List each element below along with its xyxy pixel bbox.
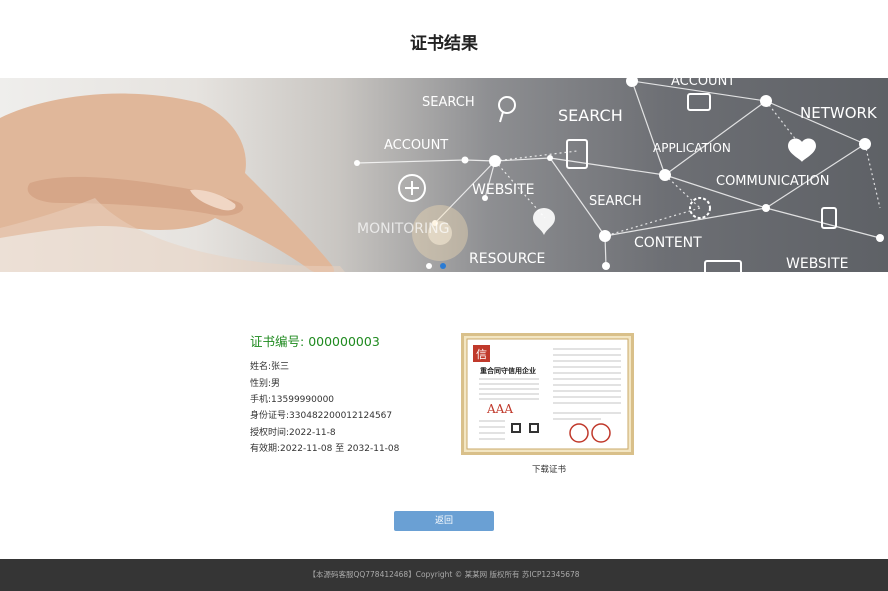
carousel-dot-2[interactable] [440, 263, 446, 269]
banner-label: SEARCH [558, 106, 623, 125]
banner-label: NETWORK [800, 104, 878, 122]
info-value: 2022-11-08 至 2032-11-08 [280, 444, 400, 454]
banner-label: ACCOUNT [384, 138, 448, 153]
certificate-number: 证书编号: 000000003 [250, 331, 380, 350]
info-value: 张三 [271, 362, 290, 372]
banner-label: CONTENT [634, 235, 702, 251]
info-label: 姓名: [250, 362, 272, 372]
info-value: 男 [271, 379, 281, 389]
info-row-validity: 有效期:2022-11-08 至 2032-11-08 [250, 441, 399, 454]
info-row-authorized-date: 授权时间:2022-11-8 [250, 425, 336, 438]
back-button[interactable]: 返回 [394, 511, 494, 531]
banner-label: COMMUNICATION [716, 174, 830, 189]
info-label: 身份证号: [250, 411, 290, 421]
seal-char: 信 [476, 348, 487, 361]
info-value: 13599990000 [271, 395, 335, 405]
info-value: 330482200012124567 [289, 411, 393, 421]
certificate-number-label: 证书编号: [250, 334, 305, 349]
banner-label: MONITORING [357, 221, 449, 237]
info-row-id-number: 身份证号:330482200012124567 [250, 408, 392, 421]
banner-carousel[interactable]: SEARCH ACCOUNT SEARCH APPLICATION NETWOR… [0, 78, 888, 272]
banner-label: ACCOUNT [671, 78, 735, 89]
banner-label: APPLICATION [653, 141, 731, 155]
download-certificate-link[interactable]: 下载证书 [527, 463, 571, 475]
hand-illustration [0, 93, 345, 272]
info-label: 性别: [250, 379, 272, 389]
cert-heading: 重合同守信用企业 [480, 366, 536, 375]
info-label: 授权时间: [250, 428, 290, 438]
footer: 【本源码客服QQ778412468】Copyright © 某某网 版权所有 苏… [0, 559, 888, 591]
info-value: 2022-11-8 [289, 428, 336, 438]
footer-copyright: 【本源码客服QQ778412468】Copyright © 某某网 版权所有 苏… [308, 570, 580, 579]
certificate-image[interactable]: 信 重合同守信用企业 AAA [461, 333, 634, 455]
page-title: 证书结果 [410, 34, 478, 54]
certificate-number-value: 000000003 [308, 334, 380, 349]
banner-label: RESOURCE [469, 251, 545, 267]
carousel-dot-1[interactable] [426, 263, 432, 269]
info-row-name: 姓名:张三 [250, 359, 289, 372]
banner-image: SEARCH ACCOUNT SEARCH APPLICATION NETWOR… [0, 78, 884, 272]
banner-label: WEBSITE [472, 182, 534, 198]
cert-grade: AAA [486, 402, 513, 416]
info-row-phone: 手机:13599990000 [250, 392, 334, 405]
banner-label: WEBSITE [786, 256, 848, 272]
info-label: 手机: [250, 395, 272, 405]
banner-label: SEARCH [422, 95, 475, 110]
banner-label: SEARCH [589, 194, 642, 209]
info-row-gender: 性别:男 [250, 376, 280, 389]
info-label: 有效期: [250, 444, 281, 454]
